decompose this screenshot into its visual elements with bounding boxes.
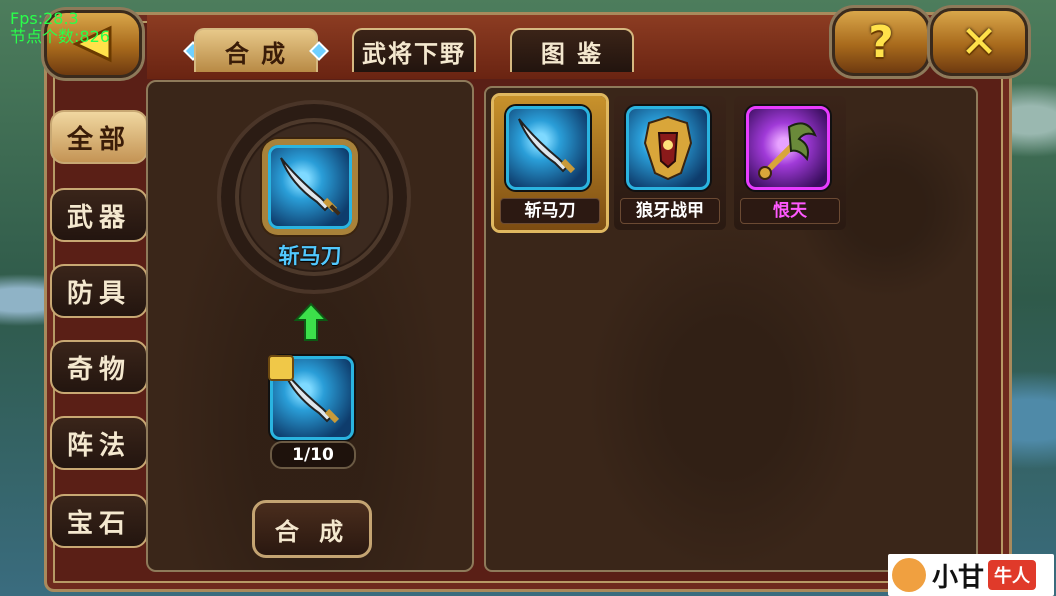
watermark-badge: 牛人 bbox=[988, 560, 1037, 590]
recipe-name: 斩马刀 bbox=[500, 198, 600, 224]
tab-encyclopedia[interactable]: 图 鉴 bbox=[510, 28, 634, 72]
recipe-name: 恨天 bbox=[740, 198, 840, 224]
category-label: 宝石 bbox=[66, 508, 131, 539]
target-item-name: 斩马刀 bbox=[278, 244, 342, 268]
tab-general-retire[interactable]: 武将下野 bbox=[352, 28, 476, 72]
recipe-item-slot bbox=[746, 106, 830, 190]
recipe-item-slot bbox=[626, 106, 710, 190]
material-piece-badge-icon bbox=[268, 355, 294, 381]
category-label: 防具 bbox=[66, 278, 131, 309]
category-label: 武器 bbox=[66, 202, 131, 233]
category-label: 阵法 bbox=[66, 430, 131, 461]
category-treasure[interactable]: 奇物 bbox=[50, 340, 148, 394]
arrow-up-icon bbox=[294, 302, 328, 341]
site-watermark: 小甘 牛人 bbox=[888, 554, 1054, 596]
watermark-text: 小甘 bbox=[932, 562, 985, 593]
category-label: 全部 bbox=[66, 124, 131, 155]
close-button[interactable]: ✕ bbox=[930, 8, 1028, 76]
recipe-card[interactable]: 斩马刀 bbox=[494, 96, 606, 230]
category-weapon[interactable]: 武器 bbox=[50, 188, 148, 242]
synthesize-button-label: 合 成 bbox=[274, 517, 350, 546]
help-button[interactable]: ? bbox=[832, 8, 930, 76]
node-count-readout: 节点个数:826 bbox=[10, 27, 110, 46]
recipe-name: 狼牙战甲 bbox=[620, 198, 720, 224]
material-count: 1/10 bbox=[270, 441, 356, 469]
fps-readout: Fps:28.3 bbox=[10, 9, 79, 28]
mace-icon bbox=[758, 122, 817, 180]
recipe-card[interactable]: 狼牙战甲 bbox=[614, 96, 726, 230]
tab-label: 图 鉴 bbox=[540, 39, 604, 68]
close-icon: ✕ bbox=[960, 16, 998, 68]
saber-icon bbox=[280, 157, 341, 216]
category-label: 奇物 bbox=[66, 354, 131, 385]
recipe-card[interactable]: 恨天 bbox=[734, 96, 846, 230]
saber-icon bbox=[518, 118, 576, 174]
category-formation[interactable]: 阵法 bbox=[50, 416, 148, 470]
tab-synthesize[interactable]: 合 成 bbox=[194, 28, 318, 72]
category-all[interactable]: 全部 bbox=[50, 110, 148, 164]
armor-icon bbox=[643, 115, 693, 181]
recipe-item-slot bbox=[506, 106, 590, 190]
category-armor[interactable]: 防具 bbox=[50, 264, 148, 318]
debug-hud: Fps:28.3 节点个数:826 bbox=[10, 10, 110, 46]
target-item-slot[interactable] bbox=[268, 145, 352, 229]
question-mark-icon: ? bbox=[868, 16, 894, 68]
tab-label: 武将下野 bbox=[362, 39, 466, 68]
tab-label: 合 成 bbox=[224, 39, 288, 68]
synthesize-button[interactable]: 合 成 bbox=[252, 500, 372, 558]
category-gem[interactable]: 宝石 bbox=[50, 494, 148, 548]
cat-logo-icon bbox=[892, 558, 926, 592]
